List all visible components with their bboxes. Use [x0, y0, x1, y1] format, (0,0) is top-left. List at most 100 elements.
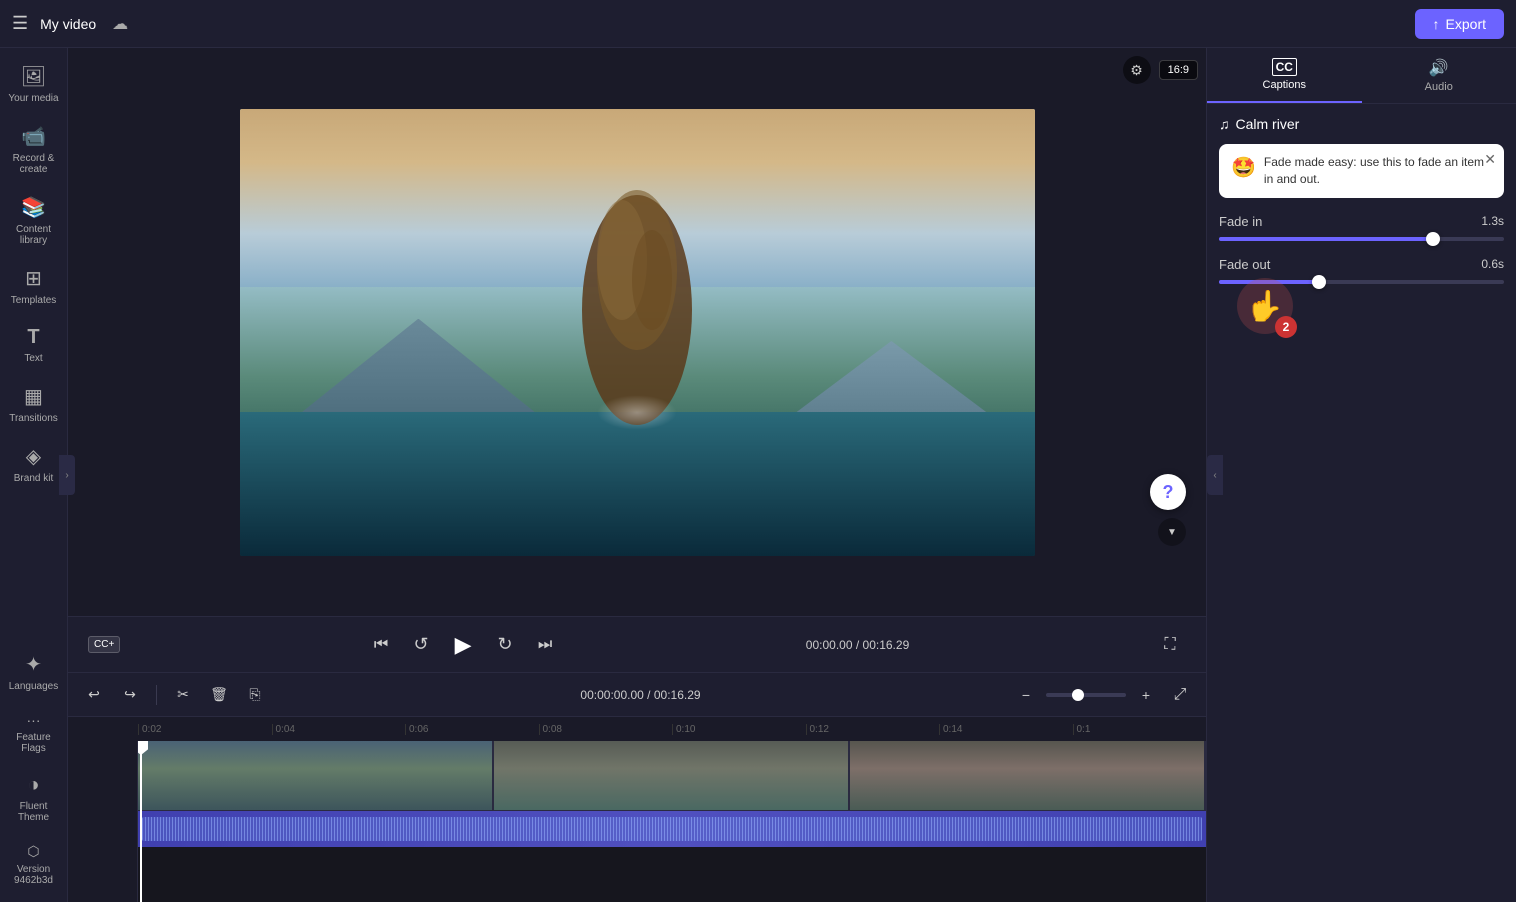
delete-button[interactable]: 🗑 — [205, 681, 233, 709]
ruler-mark: 0:1 — [1073, 724, 1207, 735]
brand-icon: ◈ — [26, 444, 41, 469]
languages-icon: ✦ — [25, 652, 42, 677]
fade-in-thumb[interactable] — [1426, 232, 1440, 246]
track-labels — [68, 741, 138, 902]
tab-audio[interactable]: 🔊 Audio — [1362, 48, 1516, 103]
ruler-mark: 0:12 — [806, 724, 940, 735]
waveform-visual — [142, 817, 1202, 841]
tooltip-emoji: 🤩 — [1231, 154, 1256, 182]
main-area: 🖼 Your media 📹 Record & create 📚 Content… — [0, 48, 1516, 902]
fade-in-slider[interactable] — [1219, 237, 1504, 241]
skip-back-button[interactable]: ⏮ — [365, 629, 397, 661]
sidebar-item-version[interactable]: ⬡ Version 9462b3d — [4, 835, 64, 894]
video-frame — [240, 109, 1035, 556]
sidebar-item-label: Version 9462b3d — [8, 864, 60, 886]
sidebar-item-fluent[interactable]: ◑ Fluent Theme — [4, 766, 64, 831]
sidebar-item-label: Your media — [8, 93, 58, 104]
zoom-thumb[interactable] — [1072, 689, 1084, 701]
tab-captions[interactable]: CC Captions — [1207, 48, 1362, 103]
feature-icon: ··· — [27, 712, 41, 728]
sidebar-item-media[interactable]: 🖼 Your media — [4, 56, 64, 112]
cloud-icon[interactable]: ☁ — [112, 14, 128, 34]
export-button[interactable]: Export — [1415, 9, 1504, 39]
captions-tab-label: Captions — [1263, 79, 1306, 91]
hamburger-icon[interactable]: ☰ — [12, 13, 28, 34]
audio-track[interactable] — [138, 811, 1206, 847]
content-icon: 📚 — [21, 195, 46, 220]
forward-button[interactable]: ↻ — [489, 629, 521, 661]
collapse-button[interactable]: ▼ — [1158, 518, 1186, 546]
sidebar-item-content[interactable]: 📚 Content library — [4, 187, 64, 254]
topbar: ☰ My video ☁ Export — [0, 0, 1516, 48]
clip-thumbnail — [138, 741, 492, 810]
water-bg — [240, 412, 1035, 555]
cut-button[interactable]: ✂ — [169, 681, 197, 709]
templates-icon: ⊞ — [25, 266, 42, 291]
tracks-content — [138, 741, 1206, 902]
sidebar-item-brand[interactable]: ◈ Brand kit — [4, 436, 64, 492]
zoom-slider[interactable] — [1046, 693, 1126, 697]
right-panel-collapse[interactable]: ‹ — [1207, 455, 1223, 495]
ruler-mark: 0:10 — [672, 724, 806, 735]
captions-tab-icon: CC — [1272, 58, 1297, 76]
play-button[interactable]: ▶ — [445, 627, 481, 663]
sidebar-collapse-button[interactable]: › — [59, 455, 75, 495]
clip-thumbnail — [494, 741, 848, 810]
undo-button[interactable]: ↩ — [80, 681, 108, 709]
audio-title-row: ♫ Calm river — [1219, 116, 1504, 132]
sidebar-item-languages[interactable]: ✦ Languages — [4, 644, 64, 700]
audio-title: Calm river — [1236, 116, 1300, 132]
sidebar-item-record[interactable]: 📹 Record & create — [4, 116, 64, 183]
fullscreen-button[interactable]: ⛶ — [1154, 629, 1186, 661]
video-track-label — [68, 741, 137, 822]
clip-segment-1 — [138, 741, 494, 810]
version-icon: ⬡ — [27, 843, 39, 860]
video-clip — [138, 741, 1206, 810]
expand-timeline-button[interactable]: ⤢ — [1166, 681, 1194, 709]
ruler-marks: 0:02 0:04 0:06 0:08 0:10 0:12 0:14 0:1 — [138, 724, 1206, 735]
aspect-ratio-badge[interactable]: 16:9 — [1159, 60, 1198, 80]
sidebar-item-templates[interactable]: ⊞ Templates — [4, 258, 64, 314]
fade-out-label: Fade out — [1219, 257, 1270, 272]
fade-in-label: Fade in — [1219, 214, 1262, 229]
fade-in-fill — [1219, 237, 1433, 241]
sidebar-item-label: Languages — [9, 681, 59, 692]
copy-button[interactable]: ⎘ — [241, 681, 269, 709]
sidebar-item-label: Brand kit — [14, 473, 53, 484]
clip-segment-2 — [494, 741, 850, 810]
fade-out-slider[interactable] — [1219, 280, 1504, 284]
panel-content: ♫ Calm river 🤩 Fade made easy: use this … — [1207, 104, 1516, 902]
controls-right: ⛶ — [1154, 629, 1186, 661]
help-button[interactable]: ? — [1150, 474, 1186, 510]
rewind-button[interactable]: ↺ — [405, 629, 437, 661]
fade-out-fill — [1219, 280, 1319, 284]
video-track[interactable] — [138, 741, 1206, 811]
transitions-icon: ▦ — [24, 384, 43, 409]
ruler-mark: 0:08 — [539, 724, 673, 735]
center-area: ⚙ 16:9 ? ▼ CC+ ⏮ ↺ ▶ ↻ ⏭ — [68, 48, 1206, 902]
sidebar-item-feature[interactable]: ··· Feature Flags — [4, 704, 64, 762]
playback-controls: ⏮ ↺ ▶ ↻ ⏭ — [365, 627, 561, 663]
sidebar-item-label: Content library — [8, 224, 60, 246]
sidebar-item-label: Record & create — [8, 153, 60, 175]
water-splash — [597, 395, 677, 431]
preview-actions: ? ▼ — [1150, 474, 1186, 546]
controls-left: CC+ — [88, 636, 120, 653]
zoom-in-button[interactable]: + — [1132, 681, 1160, 709]
sidebar-item-text[interactable]: T Text — [4, 318, 64, 372]
tooltip-close-button[interactable]: ✕ — [1484, 150, 1496, 170]
captions-button[interactable]: CC+ — [88, 636, 120, 653]
settings-button[interactable]: ⚙ — [1123, 56, 1151, 84]
tooltip-box: 🤩 Fade made easy: use this to fade an it… — [1219, 144, 1504, 198]
skip-forward-button[interactable]: ⏭ — [529, 629, 561, 661]
sidebar-item-label: Fluent Theme — [8, 801, 60, 823]
timeline-timecode: 00:00:00.00 / 00:16.29 — [277, 688, 1004, 702]
sidebar-item-transitions[interactable]: ▦ Transitions — [4, 376, 64, 432]
timeline-toolbar: ↩ ↪ ✂ 🗑 ⎘ 00:00:00.00 / 00:16.29 − + ⤢ — [68, 673, 1206, 717]
redo-button[interactable]: ↪ — [116, 681, 144, 709]
video-top-controls: ⚙ 16:9 — [1123, 56, 1198, 84]
timeline-tracks — [68, 741, 1206, 902]
fade-out-thumb[interactable] — [1312, 275, 1326, 289]
ruler-mark: 0:02 — [138, 724, 272, 735]
zoom-out-button[interactable]: − — [1012, 681, 1040, 709]
